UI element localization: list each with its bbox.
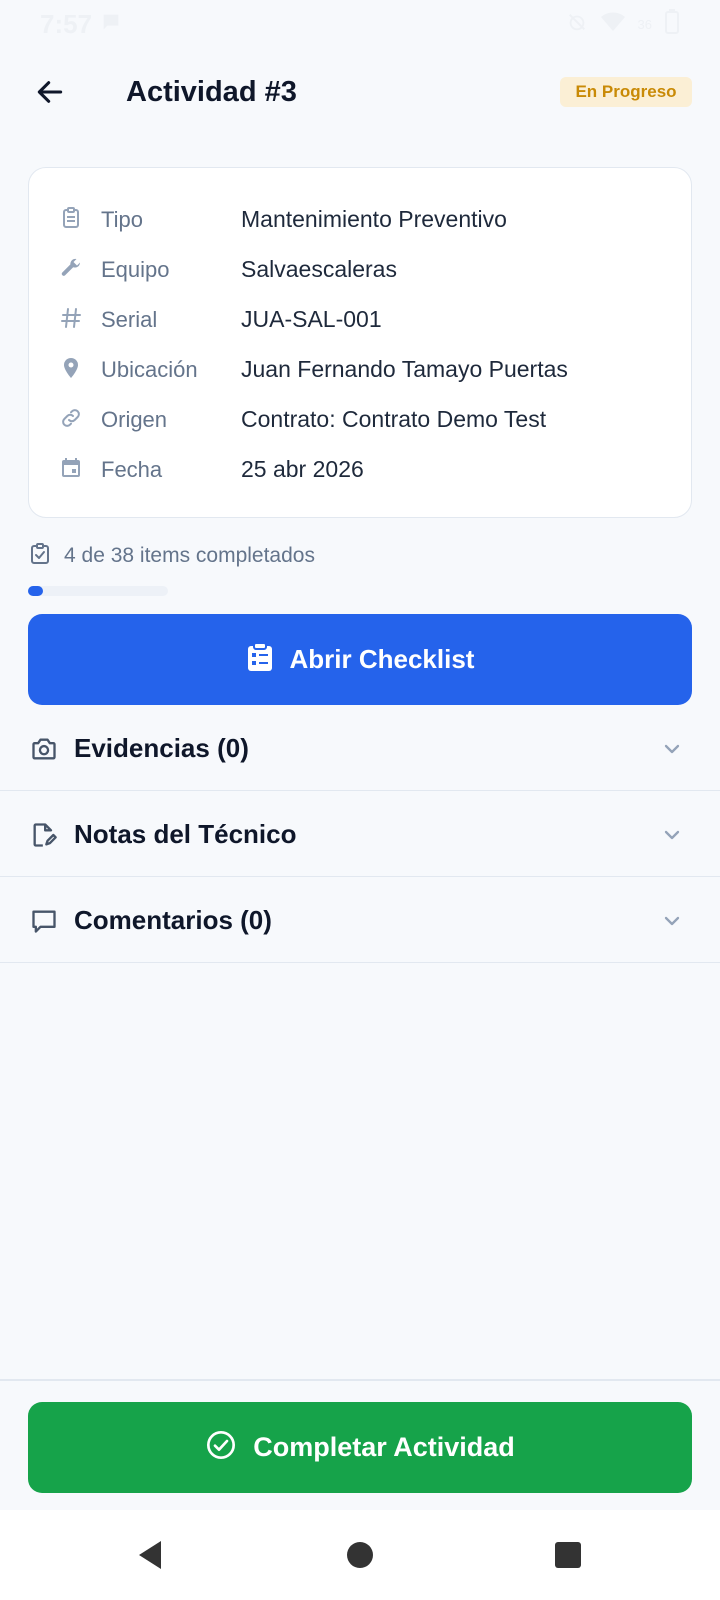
checklist-progress: 4 de 38 items completados [28, 541, 315, 571]
section-label: Comentarios (0) [74, 905, 272, 935]
clipboard-check-icon [28, 542, 52, 571]
detail-label: Tipo [101, 207, 143, 232]
nav-recents-button[interactable] [546, 1533, 590, 1577]
section-label: Notas del Técnico [74, 819, 297, 849]
wrench-icon [59, 256, 83, 280]
chevron-down-icon [660, 823, 684, 847]
detail-value: JUA-SAL-001 [241, 306, 382, 332]
section-evidencias[interactable]: Evidencias (0) [0, 705, 720, 791]
progress-bar [28, 586, 168, 596]
clipboard-icon [59, 206, 83, 230]
notification-icon [100, 11, 122, 38]
detail-label: Fecha [101, 457, 163, 482]
chevron-down-icon [660, 737, 684, 761]
edit-note-icon [30, 821, 58, 849]
check-circle-icon [205, 1429, 237, 1466]
detail-label: Ubicación [101, 357, 198, 382]
section-label: Evidencias (0) [74, 733, 249, 763]
alarm-off-icon [566, 11, 588, 38]
status-bar: 7:57 36 [0, 0, 720, 48]
open-checklist-button[interactable]: Abrir Checklist [28, 614, 692, 705]
detail-value: Mantenimiento Preventivo [241, 206, 507, 232]
camera-icon [30, 735, 58, 763]
open-checklist-label: Abrir Checklist [289, 644, 475, 674]
detail-row-fecha: Fecha 25 abr 2026 [29, 448, 693, 488]
wifi-icon [600, 11, 626, 38]
hash-icon [59, 306, 83, 330]
link-icon [59, 406, 83, 430]
section-comentarios[interactable]: Comentarios (0) [0, 877, 720, 963]
checklist-icon [246, 642, 274, 677]
detail-row-ubicacion: Ubicación Juan Fernando Tamayo Puertas [29, 348, 693, 388]
complete-activity-label: Completar Actividad [253, 1432, 515, 1462]
calendar-icon [59, 456, 83, 480]
nav-back-button[interactable] [128, 1533, 172, 1577]
battery-text: 36 [637, 16, 652, 32]
detail-value: Juan Fernando Tamayo Puertas [241, 356, 568, 382]
system-nav-bar [0, 1510, 720, 1600]
activity-details-card: Tipo Mantenimiento Preventivo Equipo Sal… [28, 167, 692, 518]
detail-row-serial: Serial JUA-SAL-001 [29, 298, 693, 338]
progress-text: 4 de 38 items completados [64, 544, 315, 567]
chevron-down-icon [660, 909, 684, 933]
detail-value: 25 abr 2026 [241, 456, 364, 482]
detail-row-origen: Origen Contrato: Contrato Demo Test [29, 398, 693, 438]
location-pin-icon [59, 356, 83, 380]
app-header: Actividad #3 En Progreso [0, 60, 720, 134]
nav-home-button[interactable] [338, 1533, 382, 1577]
arrow-left-icon [34, 76, 66, 113]
footer-divider [0, 1379, 720, 1381]
detail-value: Contrato: Contrato Demo Test [241, 406, 547, 432]
detail-label: Serial [101, 307, 158, 332]
back-button[interactable] [28, 72, 72, 116]
complete-activity-button[interactable]: Completar Actividad [28, 1402, 692, 1493]
status-time: 7:57 [40, 8, 93, 39]
detail-row-equipo: Equipo Salvaescaleras [29, 248, 693, 288]
battery-icon [664, 8, 680, 40]
detail-row-tipo: Tipo Mantenimiento Preventivo [29, 198, 693, 238]
comment-icon [30, 907, 58, 935]
status-badge: En Progreso [560, 77, 692, 107]
detail-label: Equipo [101, 257, 170, 282]
section-notas-tecnico[interactable]: Notas del Técnico [0, 791, 720, 877]
progress-bar-fill [28, 586, 43, 596]
detail-label: Origen [101, 407, 168, 432]
page-title: Actividad #3 [126, 76, 297, 108]
detail-value: Salvaescaleras [241, 256, 397, 282]
